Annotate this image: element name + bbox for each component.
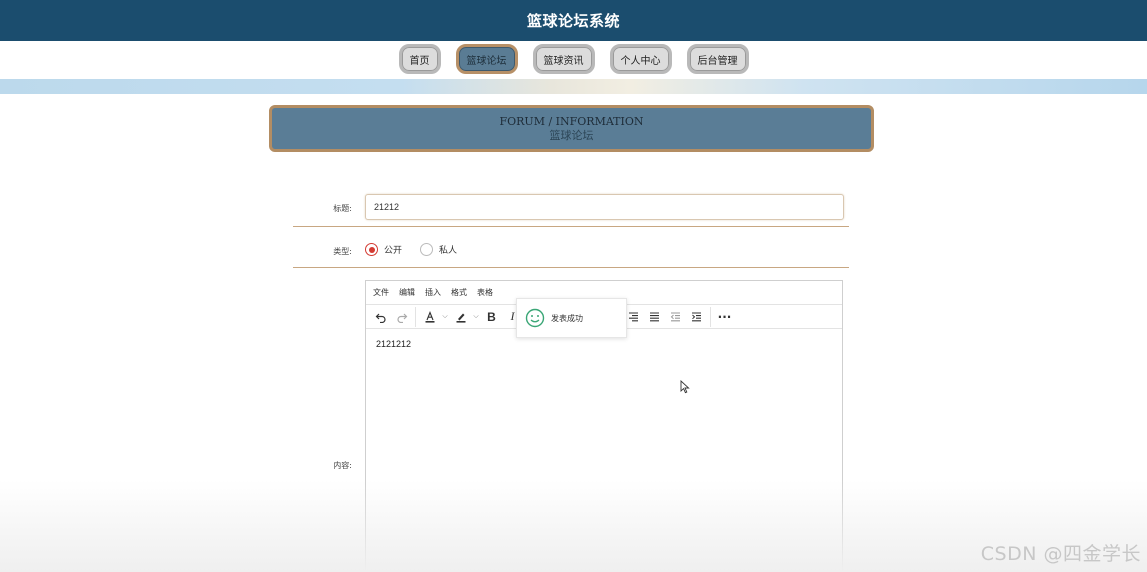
- more-icon[interactable]: ···: [714, 307, 735, 327]
- title-label: 标题:: [333, 204, 352, 213]
- radio-private-label[interactable]: 私人: [439, 243, 457, 256]
- text-color-icon[interactable]: [419, 307, 440, 327]
- banner-strip: [0, 79, 1147, 94]
- success-toast: 发表成功: [516, 298, 627, 338]
- radio-private[interactable]: [420, 243, 434, 256]
- toolbar-separator: [710, 306, 711, 327]
- divider: [293, 267, 849, 268]
- nav-home[interactable]: 首页: [398, 44, 441, 74]
- menu-format[interactable]: 格式: [451, 287, 467, 298]
- content-label: 内容:: [333, 461, 352, 470]
- chevron-down-icon[interactable]: ⌵: [440, 312, 450, 321]
- align-justify-icon[interactable]: [644, 307, 665, 327]
- main-nav: 首页 篮球论坛 篮球资讯 个人中心 后台管理: [0, 44, 1147, 76]
- section-title-en: FORUM / INFORMATION: [499, 114, 644, 128]
- chevron-down-icon[interactable]: ⌵: [471, 312, 481, 321]
- menu-insert[interactable]: 插入: [425, 287, 441, 298]
- toast-message: 发表成功: [551, 313, 583, 323]
- section-title-cn: 篮球论坛: [549, 128, 594, 142]
- highlight-color-icon[interactable]: [450, 307, 471, 327]
- toolbar-separator: [415, 306, 416, 327]
- watermark: CSDN @四金学长: [980, 543, 1141, 565]
- menu-edit[interactable]: 编辑: [399, 287, 415, 298]
- section-header: FORUM / INFORMATION 篮球论坛: [269, 105, 874, 152]
- nav-admin[interactable]: 后台管理: [686, 44, 749, 74]
- nav-news[interactable]: 篮球资讯: [532, 44, 595, 74]
- outdent-icon[interactable]: [665, 307, 686, 327]
- type-radio-group: 公开 私人: [365, 243, 469, 256]
- top-header: 篮球论坛系统: [0, 0, 1147, 41]
- nav-forum[interactable]: 篮球论坛: [455, 44, 518, 74]
- radio-public-label[interactable]: 公开: [384, 243, 402, 256]
- bold-icon[interactable]: B: [481, 307, 502, 327]
- title-input[interactable]: [365, 194, 844, 220]
- nav-personal-center[interactable]: 个人中心: [609, 44, 672, 74]
- divider: [293, 226, 849, 227]
- redo-icon[interactable]: [391, 307, 412, 327]
- menu-file[interactable]: 文件: [373, 287, 389, 298]
- type-label: 类型:: [333, 247, 352, 256]
- undo-icon[interactable]: [370, 307, 391, 327]
- menu-table[interactable]: 表格: [477, 287, 493, 298]
- mouse-cursor-icon: [680, 380, 690, 394]
- radio-public[interactable]: [365, 243, 378, 256]
- smile-icon: [525, 308, 545, 328]
- site-title: 篮球论坛系统: [526, 12, 620, 30]
- indent-icon[interactable]: [686, 307, 707, 327]
